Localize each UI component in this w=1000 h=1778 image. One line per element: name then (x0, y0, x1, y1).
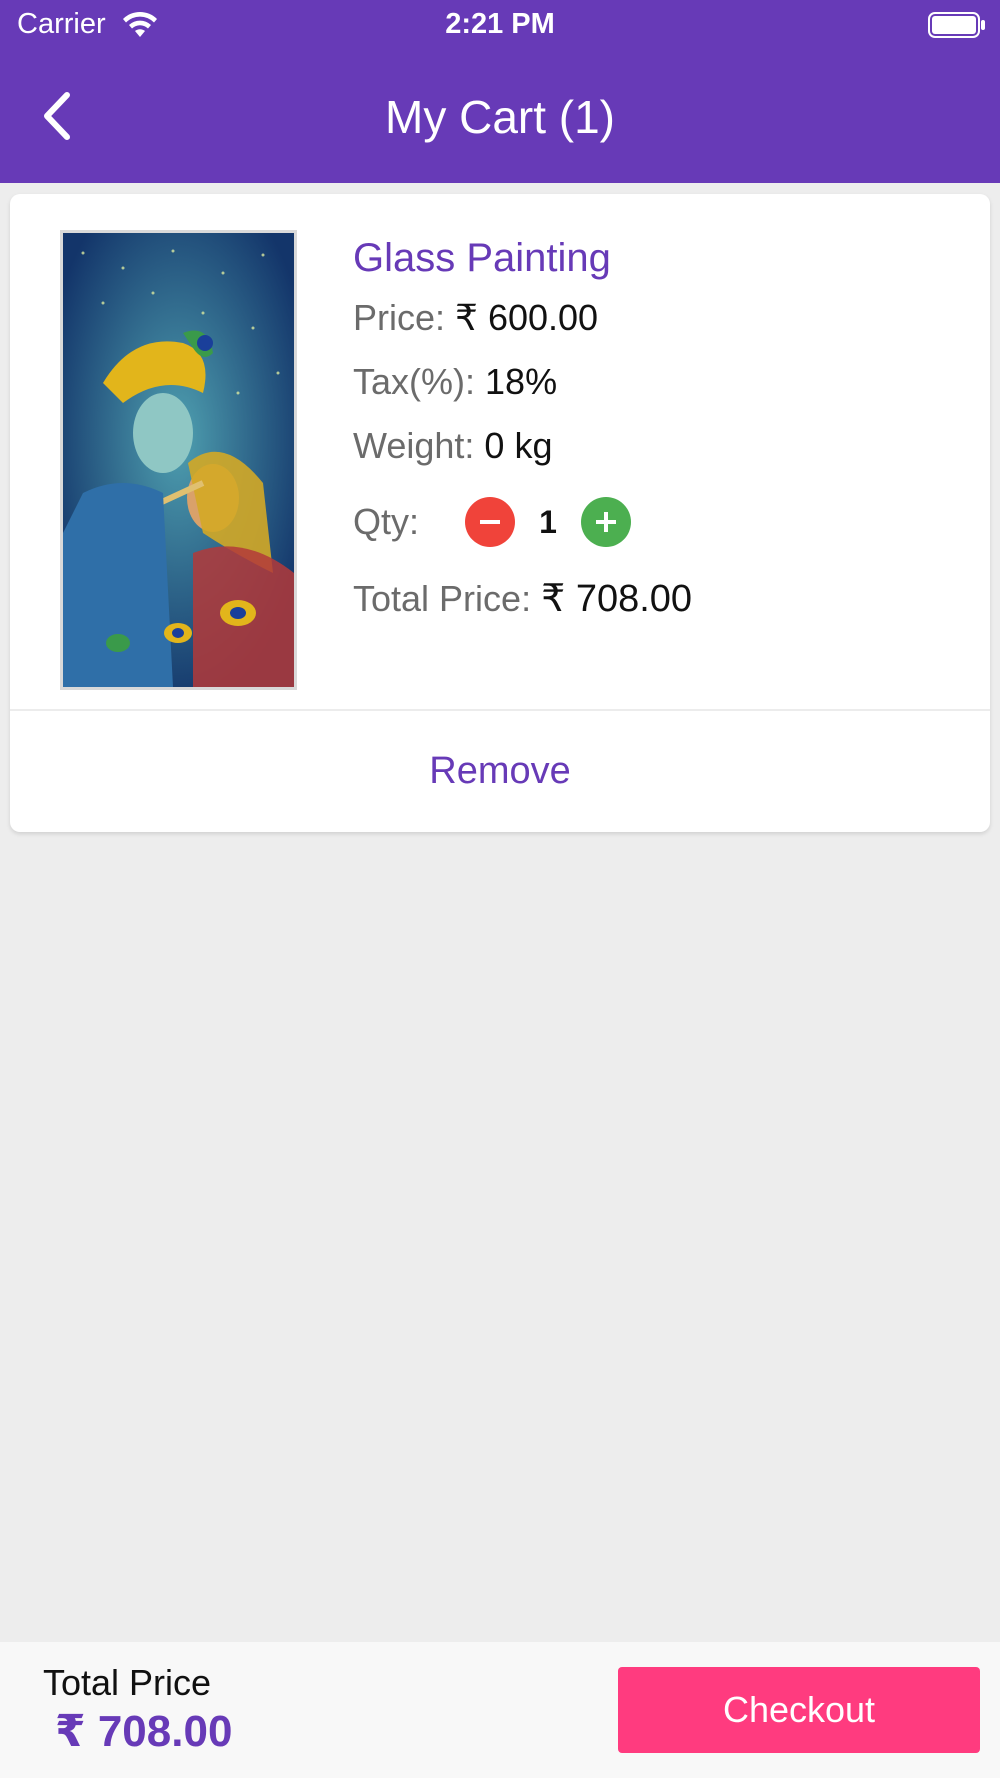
product-image[interactable] (60, 230, 297, 690)
cart-total-value: ₹ 708.00 (55, 1707, 233, 1756)
app-header: Carrier 2:21 PM My Cart (1) (0, 0, 1000, 183)
product-info: Glass Painting Price: ₹ 600.00 Tax(%): 1… (353, 230, 953, 478)
status-bar: Carrier 2:21 PM (0, 0, 1000, 50)
status-time: 2:21 PM (445, 8, 555, 40)
cart-item-card: Glass Painting Price: ₹ 600.00 Tax(%): 1… (10, 194, 990, 832)
tax-row: Tax(%): 18% (353, 350, 953, 414)
tax-label: Tax(%): (353, 361, 476, 402)
decrease-quantity-button[interactable] (465, 497, 515, 547)
price-label: Price: (353, 297, 446, 338)
minus-icon (480, 520, 500, 524)
quantity-stepper: Qty: 1 (353, 494, 631, 550)
price-value: ₹ 600.00 (455, 297, 599, 338)
nav-bar: My Cart (1) (0, 72, 1000, 162)
plus-icon (596, 512, 616, 532)
page-title: My Cart (1) (385, 91, 615, 143)
item-total-value: ₹ 708.00 (541, 578, 693, 620)
price-row: Price: ₹ 600.00 (353, 286, 953, 350)
weight-row: Weight: 0 kg (353, 414, 953, 478)
increase-quantity-button[interactable] (581, 497, 631, 547)
cart-total-label: Total Price (43, 1662, 212, 1703)
battery-icon (928, 12, 985, 38)
quantity-value: 1 (539, 503, 557, 540)
painting-artwork (63, 233, 294, 687)
product-name[interactable]: Glass Painting (353, 230, 953, 286)
tax-value: 18% (485, 361, 558, 402)
remove-button[interactable]: Remove (10, 711, 990, 832)
item-total-label: Total Price: (353, 578, 532, 619)
checkout-bar: Total Price ₹ 708.00 Checkout (0, 1642, 1000, 1778)
weight-label: Weight: (353, 425, 475, 466)
item-total-row: Total Price: ₹ 708.00 (353, 576, 692, 621)
weight-value: 0 kg (484, 425, 553, 466)
qty-label: Qty: (353, 501, 420, 542)
checkout-button[interactable]: Checkout (618, 1667, 980, 1753)
